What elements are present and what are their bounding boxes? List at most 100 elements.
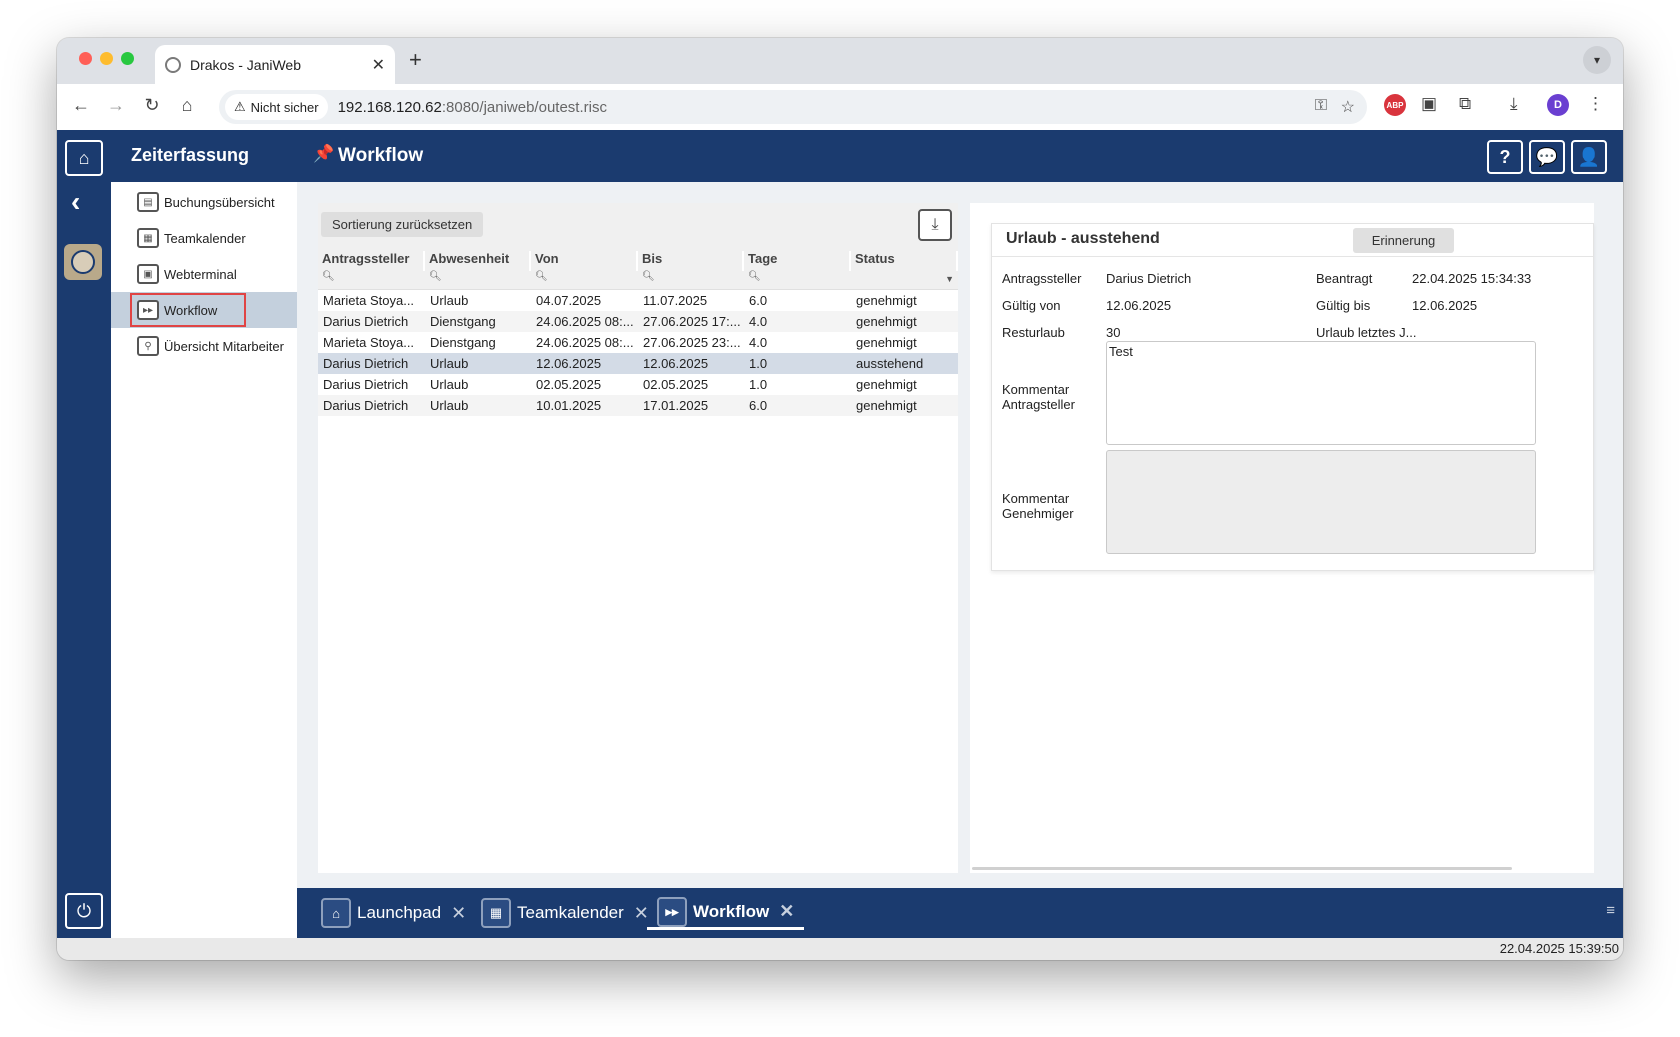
filter-search-icon[interactable]: 🔍︎ (318, 271, 425, 289)
help-button[interactable]: ? (1487, 140, 1523, 174)
menu-icon[interactable]: ≡ (1606, 902, 1615, 919)
tab-teamkalender[interactable]: ▦ Teamkalender ✕ (481, 896, 649, 930)
reset-sorting-button[interactable]: Sortierung zurücksetzen (321, 212, 484, 237)
sidebar-item-webterminal[interactable]: ▣ Webterminal (111, 256, 297, 292)
column-header[interactable]: Antragssteller (318, 251, 425, 271)
key-icon[interactable]: ⚿ (1315, 97, 1327, 115)
logout-button[interactable]: ⏻ (65, 893, 103, 929)
adblock-extension-icon[interactable]: ABP (1384, 94, 1406, 116)
comment-approver-label: Kommentar Genehmiger (1002, 491, 1074, 521)
cell: Urlaub (430, 293, 469, 308)
table-row[interactable]: Darius Dietrich Urlaub 10.01.2025 17.01.… (318, 395, 958, 416)
left-rail: ⌂ ‹ ⏻ (57, 130, 111, 938)
app-area: ⌂ ‹ ⏻ Zeiterfassung 📌 Workflow ? 💬 👤 ▤ B… (57, 130, 1623, 938)
filter-search-icon[interactable]: 🔍︎ (425, 271, 531, 289)
tab-label: Launchpad (357, 903, 442, 922)
cell: 12.06.2025 (643, 356, 709, 371)
home-icon: ⌂ (78, 147, 90, 168)
tab-workflow[interactable]: ▸▸ Workflow ✕ (647, 896, 805, 930)
url-text[interactable]: 192.168.120.62:8080/janiweb/outest.risc (338, 99, 607, 116)
zoom-window-button[interactable] (121, 52, 134, 65)
comment-approver-field[interactable] (1106, 450, 1536, 554)
power-icon: ⏻ (76, 900, 92, 921)
cell: Marieta Stoya... (323, 293, 415, 308)
chat-button[interactable]: 💬 (1529, 140, 1565, 174)
module-title: Zeiterfassung (131, 145, 250, 165)
collapse-back-icon[interactable]: ‹ (71, 186, 80, 218)
security-chip[interactable]: ⚠ Nicht sicher (225, 94, 328, 120)
pin-icon[interactable]: 📌 (313, 144, 334, 164)
sidebar-item-label: Buchungsübersicht (164, 194, 275, 210)
calendar-icon: ▦ (481, 898, 511, 928)
tab-search-icon[interactable]: ▾ (1583, 46, 1611, 74)
download-icon[interactable]: ⤓ (1510, 94, 1518, 114)
request-list-panel: Sortierung zurücksetzen ⤓ Antragssteller… (318, 203, 958, 873)
new-tab-button[interactable]: + (409, 47, 422, 73)
sidebar-item-uebersicht-mitarbeiter[interactable]: ⚲ Übersicht Mitarbeiter (111, 328, 297, 364)
filter-search-icon[interactable]: 🔍︎ (638, 271, 744, 289)
column-header[interactable]: Von (531, 251, 638, 271)
label-line: Kommentar (1002, 491, 1070, 506)
table-row[interactable]: Marieta Stoya... Dienstgang 24.06.2025 0… (318, 332, 958, 353)
time-tracking-module-button[interactable] (64, 244, 102, 280)
horizontal-scrollbar[interactable] (972, 867, 1512, 870)
filter-dropdown[interactable]: ▼ (851, 271, 958, 289)
table-row[interactable]: Darius Dietrich Dienstgang 24.06.2025 08… (318, 311, 958, 332)
browser-tab[interactable]: Drakos - JaniWeb ✕ (155, 45, 395, 84)
chat-icon: 💬 (1535, 146, 1559, 167)
profile-initial: D (1554, 99, 1562, 111)
table-row[interactable]: Darius Dietrich Urlaub 02.05.2025 02.05.… (318, 374, 958, 395)
profile-avatar[interactable]: D (1547, 94, 1569, 116)
valid-to-label: Gültig bis (1316, 298, 1371, 313)
cell: Marieta Stoya... (323, 335, 415, 350)
tab-launchpad[interactable]: ⌂ Launchpad ✕ (321, 896, 466, 930)
sidebar-item-buchungsuebersicht[interactable]: ▤ Buchungsübersicht (111, 184, 297, 220)
reload-icon[interactable]: ↻ (140, 95, 164, 116)
column-header[interactable]: Status (851, 251, 958, 271)
browser-menu-icon[interactable]: ⋮ (1587, 94, 1604, 114)
bookmark-star-icon[interactable]: ☆ (1341, 97, 1355, 117)
back-arrow-icon[interactable]: ← (69, 95, 93, 116)
sidebar-item-workflow[interactable]: ▸▸ Workflow (111, 292, 297, 328)
table-row-selected[interactable]: Darius Dietrich Urlaub 12.06.2025 12.06.… (318, 353, 958, 374)
dropdown-arrow-icon: ▼ (945, 274, 954, 284)
clock-icon (71, 250, 95, 274)
extension-icon[interactable]: ▣ (1421, 94, 1437, 114)
close-tab-icon[interactable]: ✕ (779, 901, 794, 922)
cell: Dienstgang (430, 335, 496, 350)
divider (992, 256, 1593, 257)
close-window-button[interactable] (79, 52, 92, 65)
home-button[interactable]: ⌂ (65, 140, 103, 176)
valid-to-value: 12.06.2025 (1412, 298, 1478, 313)
cell: 24.06.2025 08:... (536, 335, 634, 350)
valid-from-value: 12.06.2025 (1106, 298, 1172, 313)
detail-card: Urlaub - ausstehend Erinnerung Antragsst… (991, 223, 1594, 571)
minimize-window-button[interactable] (100, 52, 113, 65)
label-line: Kommentar (1002, 382, 1070, 397)
comment-applicant-field[interactable]: Test (1106, 341, 1536, 445)
close-tab-icon[interactable]: ✕ (372, 55, 385, 75)
column-header[interactable]: Tage (744, 251, 851, 271)
close-tab-icon[interactable]: ✕ (451, 903, 466, 924)
export-icon[interactable]: ⤓ (918, 209, 952, 241)
sidebar-item-label: Teamkalender (164, 230, 246, 246)
forward-arrow-icon[interactable]: → (104, 95, 128, 116)
sidebar-item-teamkalender[interactable]: ▦ Teamkalender (111, 220, 297, 256)
filter-search-icon[interactable]: 🔍︎ (744, 271, 851, 289)
table-header: Antragssteller Abwesenheit Von Bis Tage … (318, 251, 958, 271)
cell: genehmigt (856, 335, 917, 350)
puzzle-extensions-icon[interactable]: ⧉ (1459, 94, 1471, 114)
column-header[interactable]: Abwesenheit (425, 251, 531, 271)
user-button[interactable]: 👤 (1571, 140, 1607, 174)
cell: genehmigt (856, 314, 917, 329)
comment-applicant-label: Kommentar Antragsteller (1002, 382, 1075, 412)
cell: genehmigt (856, 293, 917, 308)
reminder-button[interactable]: Erinnerung (1353, 228, 1454, 253)
home-icon[interactable]: ⌂ (175, 95, 199, 116)
address-bar[interactable]: ⚠ Nicht sicher 192.168.120.62:8080/janiw… (219, 90, 1367, 124)
column-header[interactable]: Bis (638, 251, 744, 271)
warning-icon: ⚠ (234, 99, 246, 114)
bottom-tab-bar: ⌂ Launchpad ✕ ▦ Teamkalender ✕ ▸▸ Workfl… (297, 888, 1623, 938)
table-row[interactable]: Marieta Stoya... Urlaub 04.07.2025 11.07… (318, 290, 958, 311)
filter-search-icon[interactable]: 🔍︎ (531, 271, 638, 289)
